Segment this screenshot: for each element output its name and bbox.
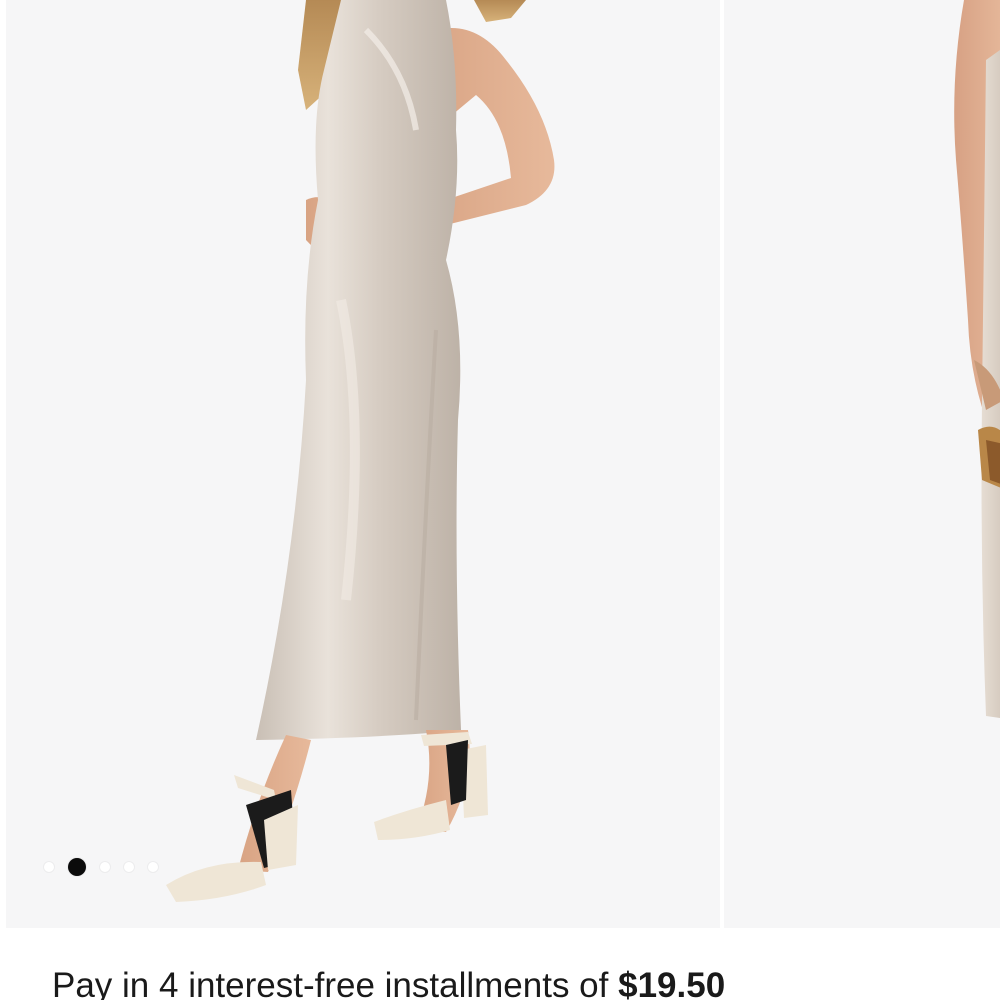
installment-message: Pay in 4 interest-free installments of $… [52, 962, 725, 1000]
installment-amount: $19.50 [618, 966, 726, 1000]
carousel-dot-5[interactable] [148, 862, 158, 872]
product-image-main[interactable] [6, 0, 720, 928]
product-image-carousel[interactable] [0, 0, 1000, 928]
dress-model-photo [6, 0, 720, 928]
carousel-dot-1[interactable] [44, 862, 54, 872]
installment-text: Pay in 4 interest-free installments of [52, 966, 609, 1000]
carousel-dot-4[interactable] [124, 862, 134, 872]
carousel-dot-2-active[interactable] [68, 858, 86, 876]
carousel-pagination[interactable] [44, 857, 158, 877]
next-product-photo [724, 0, 1000, 928]
product-page: Pay in 4 interest-free installments of $… [0, 0, 1000, 1000]
product-image-next[interactable] [724, 0, 1000, 928]
carousel-dot-3[interactable] [100, 862, 110, 872]
